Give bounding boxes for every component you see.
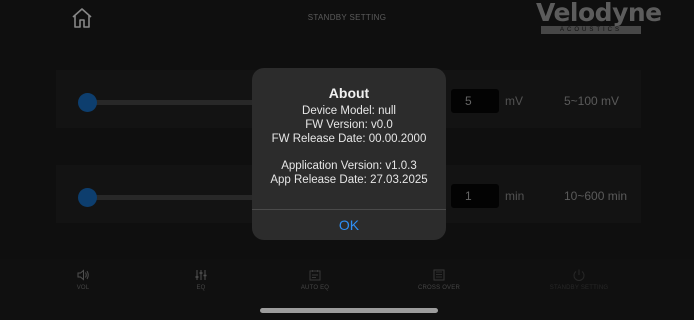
fw-version-text: FW Version: v0.0: [305, 119, 393, 131]
fw-release-date-text: FW Release Date: 00.00.2000: [271, 133, 427, 145]
app-release-date-text: App Release Date: 27.03.2025: [270, 174, 428, 186]
dialog-spacer: [252, 146, 446, 159]
standby-setting-screen: STANDBY SETTING Velodyne ACOUSTICS 5 mV …: [0, 0, 694, 320]
dialog-title: About: [328, 85, 370, 101]
ok-button[interactable]: OK: [252, 210, 446, 240]
app-version-text: Application Version: v1.0.3: [281, 160, 417, 172]
about-dialog: About Device Model: null FW Version: v0.…: [252, 68, 446, 240]
device-model-text: Device Model: null: [302, 105, 396, 117]
dialog-body: Device Model: null FW Version: v0.0 FW R…: [252, 104, 446, 187]
